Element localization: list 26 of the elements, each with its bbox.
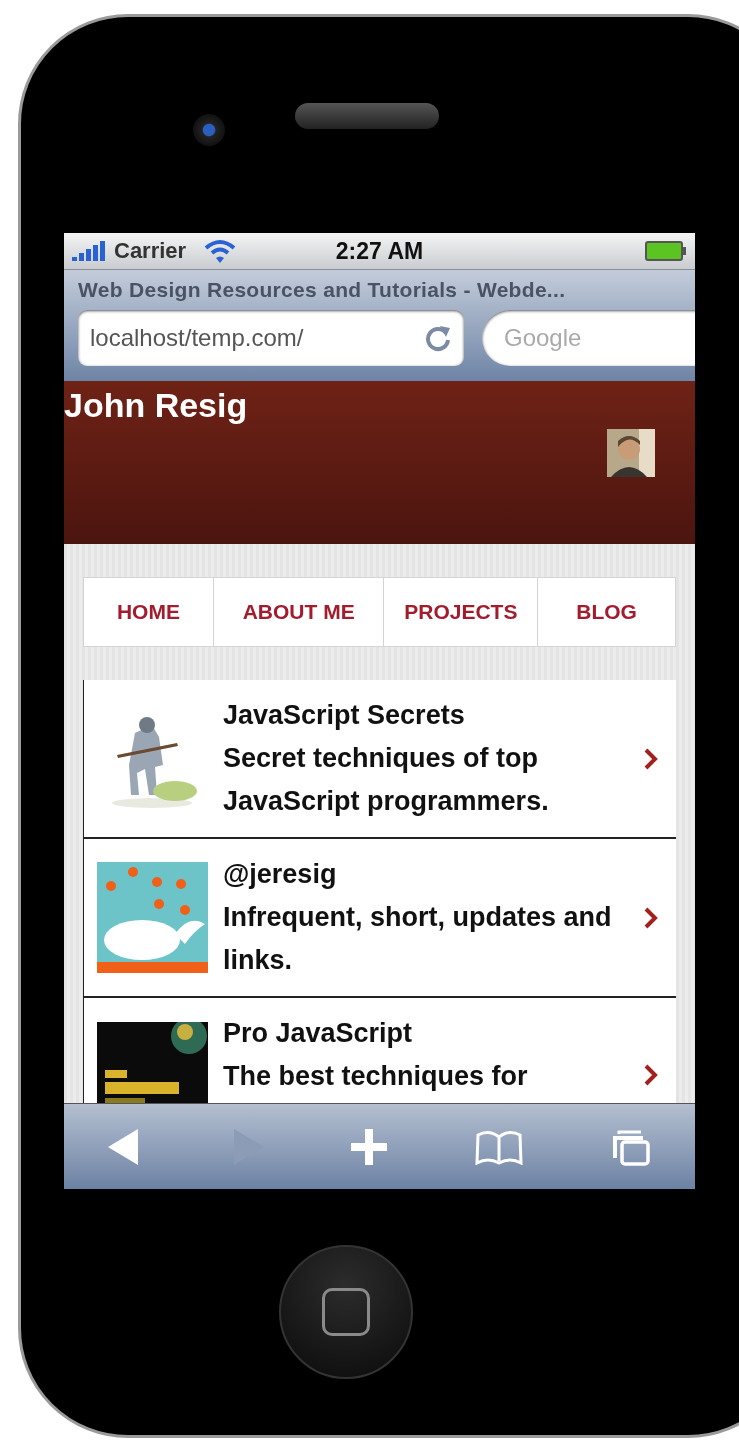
item-text: JavaScript Secrets Secret techniques of top JavaScript programmers. [223,699,550,818]
item-text: @jeresig Infrequent, short, updates and links. [223,858,613,977]
site-title: John Resig [64,385,249,426]
item-text: Pro JavaScript The best techniques for [223,1017,529,1093]
chevron-icon [644,906,658,929]
book-button[interactable] [475,1128,524,1165]
carrier-label: Carrier [114,238,187,264]
nav-link[interactable]: ABOUT ME [213,578,385,646]
nav-link[interactable]: PROJECTS [384,578,539,646]
list-item[interactable]: JavaScript Secrets Secret techniques of top JavaScript programmers. [84,680,676,839]
reload-icon[interactable] [424,324,452,352]
signal-icon [72,241,108,261]
page-title: Web Design Resources and Tutorials - Webde... [78,278,567,302]
status-time: 2:27 AM [335,237,424,265]
list-item[interactable]: @jeresig Infrequent, short, updates and links. [84,839,676,998]
search-field[interactable]: Google [482,310,695,366]
url-field[interactable]: localhost/temp.com/ [78,310,464,366]
chevron-icon [644,747,658,770]
battery-icon [645,241,687,261]
nav-link[interactable]: BLOG [538,578,675,646]
add-button[interactable] [351,1128,388,1165]
chevron-icon [644,1064,658,1086]
camera-icon [193,114,225,146]
nav-link[interactable]: HOME [84,578,214,646]
speaker-icon [295,103,439,129]
wifi-icon [204,239,237,263]
